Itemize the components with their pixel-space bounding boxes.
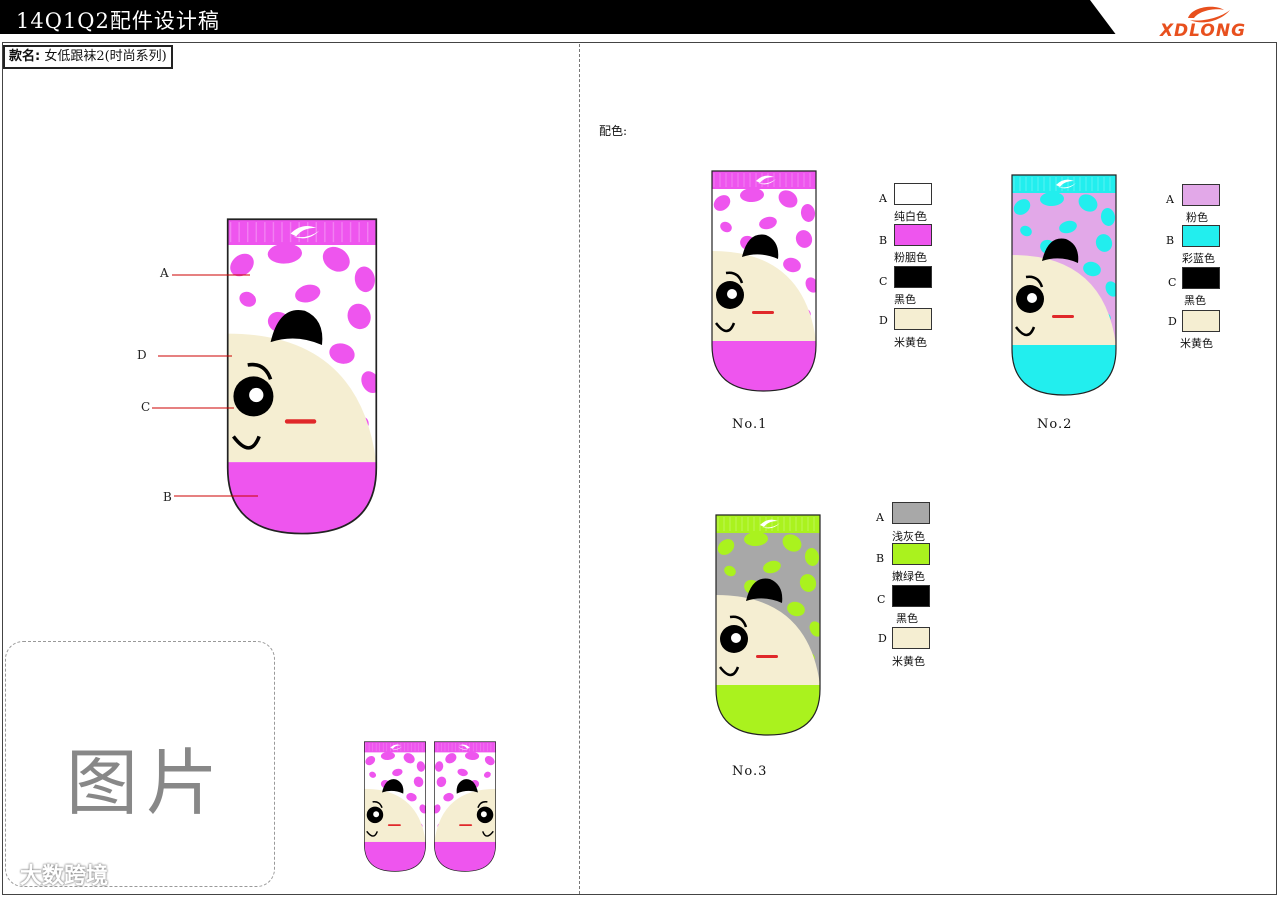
colorway-3-sock xyxy=(715,514,821,736)
colorway-2-letter-d: D xyxy=(1168,315,1177,328)
colorway-1-swatch-c xyxy=(894,266,932,288)
colorway-2-swatch-d xyxy=(1182,310,1220,332)
callout-lines xyxy=(152,274,258,497)
colorway-1-name-b: 粉胭色 xyxy=(894,251,927,264)
colorway-2-name-c: 黑色 xyxy=(1184,294,1206,307)
colorway-2-swatch-b xyxy=(1182,225,1220,247)
colorway-3-letter-b: B xyxy=(876,552,885,565)
colorway-3-swatch-c xyxy=(892,585,930,607)
colorway-1-number: No.1 xyxy=(732,417,768,432)
colorway-2-name-d: 米黄色 xyxy=(1180,337,1213,350)
colorway-3-letter-c: C xyxy=(877,593,886,606)
colorway-3-swatch-a xyxy=(892,502,930,524)
colorway-2-letter-a: A xyxy=(1166,193,1174,206)
colorway-1-name-a: 纯白色 xyxy=(894,210,927,223)
colorway-2-letter-b: B xyxy=(1166,234,1175,247)
colorway-1-name-c: 黑色 xyxy=(894,293,916,306)
colorway-1-letter-d: D xyxy=(879,314,888,327)
photo-placeholder-text: 图片 xyxy=(66,741,227,825)
watermark: 大数跨境 xyxy=(20,864,109,889)
colorway-3-letter-a: A xyxy=(876,511,884,524)
colorway-3-name-a: 浅灰色 xyxy=(892,530,925,543)
colorway-3-number: No.3 xyxy=(732,764,768,779)
colorway-1-letter-b: B xyxy=(879,234,888,247)
colorway-2-sock xyxy=(1011,174,1117,396)
colorway-3-name-d: 米黄色 xyxy=(892,655,925,668)
colorway-2-number: No.2 xyxy=(1037,417,1073,432)
colorway-1-swatch-d xyxy=(894,308,932,330)
brand-logo: XDLONG xyxy=(1150,2,1256,41)
colorway-3-letter-d: D xyxy=(878,632,887,645)
colorway-1-swatch-a xyxy=(894,183,932,205)
colorway-3-name-c: 黑色 xyxy=(896,612,918,625)
colorway-1-letter-c: C xyxy=(879,275,888,288)
colorway-3-swatch-d xyxy=(892,627,930,649)
colorway-3-name-b: 嫩绿色 xyxy=(892,570,925,583)
colorway-3-swatch-b xyxy=(892,543,930,565)
colorway-1-sock xyxy=(711,170,817,392)
colorway-1-name-d: 米黄色 xyxy=(894,336,927,349)
palette-label: 配色: xyxy=(599,124,628,138)
colorway-2-name-a: 粉色 xyxy=(1186,211,1208,224)
colorway-2-swatch-a xyxy=(1182,184,1220,206)
colorway-2-name-b: 彩蓝色 xyxy=(1182,252,1215,265)
sock-pair-left xyxy=(364,741,426,872)
sock-pair-right xyxy=(434,741,496,872)
colorway-2-letter-c: C xyxy=(1168,276,1177,289)
colorway-1-letter-a: A xyxy=(879,192,887,205)
colorway-1-swatch-b xyxy=(894,224,932,246)
logo-text: XDLONG xyxy=(1159,21,1247,41)
colorway-2-swatch-c xyxy=(1182,267,1220,289)
